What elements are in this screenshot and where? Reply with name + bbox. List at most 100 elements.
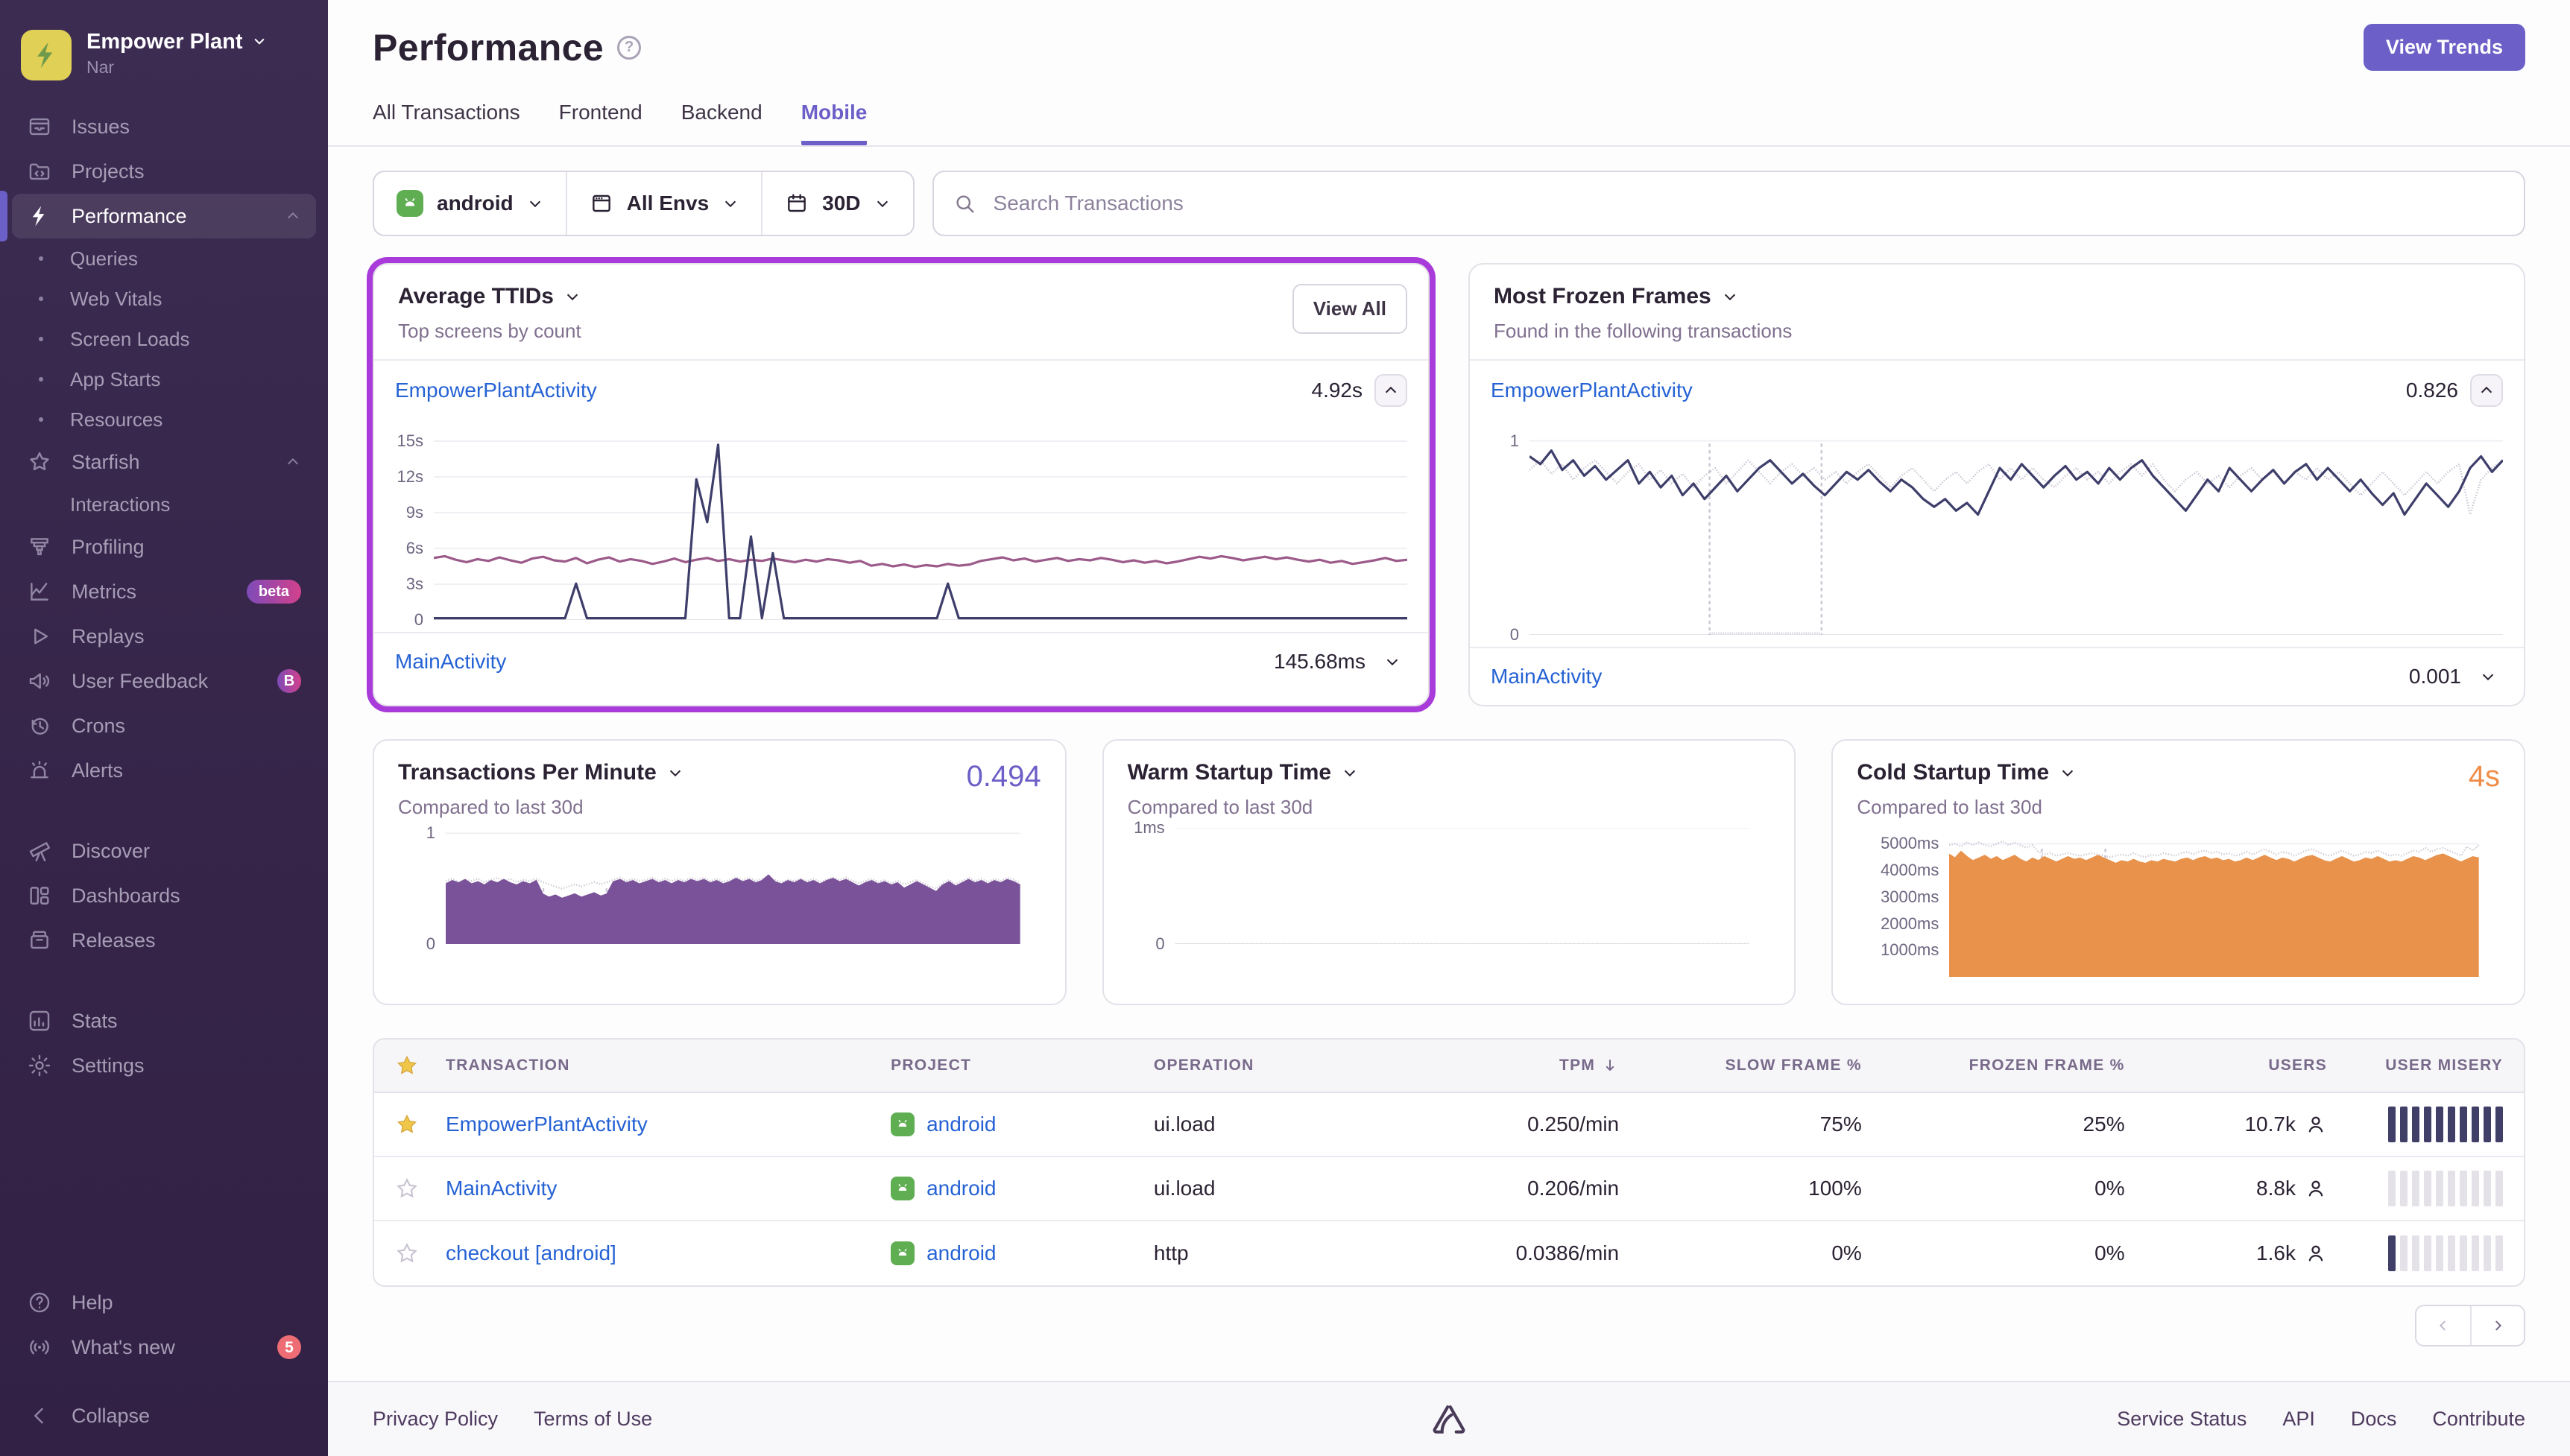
sidebar-item-metrics[interactable]: Metricsbeta	[12, 569, 316, 614]
tab-backend[interactable]: Backend	[681, 101, 763, 145]
sidebar-item-app-starts[interactable]: App Starts	[12, 359, 316, 399]
sidebar-item-performance[interactable]: Performance	[12, 194, 316, 238]
transaction-cell: EmpowerPlantActivity	[446, 1112, 891, 1136]
filter-bar: android All Envs 30D	[373, 171, 2525, 236]
chevron-down-icon[interactable]	[564, 288, 581, 305]
sidebar-item-replays[interactable]: Replays	[12, 614, 316, 659]
tab-mobile[interactable]: Mobile	[801, 101, 868, 145]
chevron-down-icon[interactable]	[667, 765, 683, 781]
sidebar-item-profiling[interactable]: Profiling	[12, 525, 316, 569]
sidebar-item-label: Help	[72, 1291, 113, 1314]
star-icon[interactable]	[395, 1112, 419, 1136]
tab-all-transactions[interactable]: All Transactions	[373, 101, 520, 145]
sidebar-item-resources[interactable]: Resources	[12, 399, 316, 440]
star-icon[interactable]	[395, 1177, 419, 1200]
user-misery-cell	[2327, 1171, 2503, 1206]
y-axis: 5000ms4000ms3000ms2000ms1000ms	[1863, 828, 1949, 977]
chevron-down-icon[interactable]	[1722, 288, 1738, 305]
next-page-button[interactable]	[2470, 1306, 2524, 1345]
panel-subtitle: Compared to last 30d	[398, 796, 683, 819]
search-input[interactable]	[991, 190, 2504, 217]
footer-link-service-status[interactable]: Service Status	[2117, 1408, 2247, 1431]
operation-cell: ui.load	[1154, 1112, 1406, 1136]
sidebar-item-settings[interactable]: Settings	[12, 1043, 316, 1088]
misery-bar	[2448, 1235, 2455, 1271]
collapse-row-button[interactable]	[1374, 374, 1407, 407]
crons-icon	[27, 713, 52, 738]
transaction-summary-row: MainActivity 145.68ms	[374, 633, 1428, 690]
transaction-link[interactable]: MainActivity	[446, 1177, 557, 1200]
transaction-link[interactable]: EmpowerPlantActivity	[446, 1112, 648, 1136]
view-all-button[interactable]: View All	[1292, 284, 1407, 334]
sidebar-item-label: Releases	[72, 929, 156, 952]
broadcast-icon	[27, 1335, 52, 1360]
chevron-down-icon[interactable]	[1342, 765, 1358, 781]
footer-link-terms-of-use[interactable]: Terms of Use	[534, 1408, 652, 1431]
transaction-link[interactable]: EmpowerPlantActivity	[1491, 379, 1693, 402]
sidebar-item-what-s-new[interactable]: What's new5	[12, 1325, 316, 1370]
table-header: TRANSACTIONPROJECTOPERATIONTPMSLOW FRAME…	[374, 1039, 2524, 1093]
issues-icon	[27, 114, 52, 139]
footer-link-api[interactable]: API	[2282, 1408, 2315, 1431]
sort-desc-icon[interactable]	[1601, 1057, 1619, 1074]
sidebar-item-screen-loads[interactable]: Screen Loads	[12, 319, 316, 359]
project-link[interactable]: android	[926, 1177, 996, 1200]
sidebar-item-queries[interactable]: Queries	[12, 238, 316, 279]
sidebar-item-crons[interactable]: Crons	[12, 703, 316, 748]
footer-link-privacy-policy[interactable]: Privacy Policy	[373, 1408, 498, 1431]
footer-link-docs[interactable]: Docs	[2351, 1408, 2397, 1431]
transaction-link[interactable]: checkout [android]	[446, 1241, 616, 1264]
page-title: Performance	[373, 26, 604, 69]
sidebar-item-releases[interactable]: Releases	[12, 918, 316, 963]
y-tick-label: 1ms	[1134, 818, 1165, 838]
chevron-down-icon	[252, 30, 267, 54]
expand-row-button[interactable]	[2473, 662, 2503, 691]
sidebar-item-starfish[interactable]: Starfish	[12, 440, 316, 484]
star-column-header[interactable]	[395, 1054, 446, 1077]
sidebar-item-user-feedback[interactable]: User FeedbackB	[12, 659, 316, 703]
sidebar-item-collapse[interactable]: Collapse	[12, 1393, 316, 1438]
environment-filter[interactable]: All Envs	[567, 172, 763, 235]
sidebar-item-help[interactable]: Help	[12, 1280, 316, 1325]
collapse-row-button[interactable]	[2470, 374, 2503, 407]
sidebar-item-label: Projects	[72, 160, 145, 183]
ttid-chart: 15s12s9s6s3s0	[374, 420, 1428, 632]
previous-page-button[interactable]	[2416, 1306, 2470, 1345]
project-link[interactable]: android	[926, 1241, 996, 1265]
misery-bars	[2388, 1107, 2503, 1142]
org-switcher[interactable]: Empower Plant Nar	[0, 15, 328, 104]
sidebar-item-projects[interactable]: Projects	[12, 149, 316, 194]
misery-bar	[2436, 1171, 2443, 1206]
sidebar-item-discover[interactable]: Discover	[12, 829, 316, 873]
chevron-down-icon	[874, 195, 891, 212]
misery-bar	[2412, 1235, 2419, 1271]
view-trends-button[interactable]: View Trends	[2364, 24, 2525, 71]
tab-frontend[interactable]: Frontend	[559, 101, 642, 145]
expand-row-button[interactable]	[1377, 647, 1407, 677]
date-range-filter[interactable]: 30D	[763, 172, 912, 235]
transaction-link[interactable]: MainActivity	[395, 650, 506, 674]
transaction-link[interactable]: MainActivity	[1491, 665, 1602, 689]
chevron-down-icon[interactable]	[2059, 765, 2076, 781]
transaction-summary-row: EmpowerPlantActivity 4.92s	[374, 361, 1428, 420]
y-tick-label: 6s	[406, 539, 423, 558]
transaction-summary-row: EmpowerPlantActivity 0.826	[1470, 361, 2524, 420]
misery-bars	[2388, 1235, 2503, 1271]
sidebar-item-issues[interactable]: Issues	[12, 104, 316, 149]
footer-link-contribute[interactable]: Contribute	[2432, 1408, 2525, 1431]
question-circle-icon[interactable]: ?	[617, 36, 641, 60]
column-header-tpm[interactable]: TPM	[1406, 1057, 1619, 1074]
sidebar-item-label: Dashboards	[72, 884, 180, 908]
sidebar-item-alerts[interactable]: Alerts	[12, 748, 316, 793]
sidebar-item-dashboards[interactable]: Dashboards	[12, 873, 316, 918]
star-icon[interactable]	[395, 1241, 419, 1265]
badge: B	[277, 669, 301, 693]
sidebar-item-interactions[interactable]: Interactions	[12, 484, 316, 525]
sidebar-item-stats[interactable]: Stats	[12, 998, 316, 1043]
project-filter[interactable]: android	[374, 172, 567, 235]
project-link[interactable]: android	[926, 1112, 996, 1136]
content: android All Envs 30D	[328, 147, 2570, 1370]
transaction-link[interactable]: EmpowerPlantActivity	[395, 379, 597, 402]
sidebar-item-web-vitals[interactable]: Web Vitals	[12, 279, 316, 319]
star-icon[interactable]	[395, 1054, 419, 1077]
